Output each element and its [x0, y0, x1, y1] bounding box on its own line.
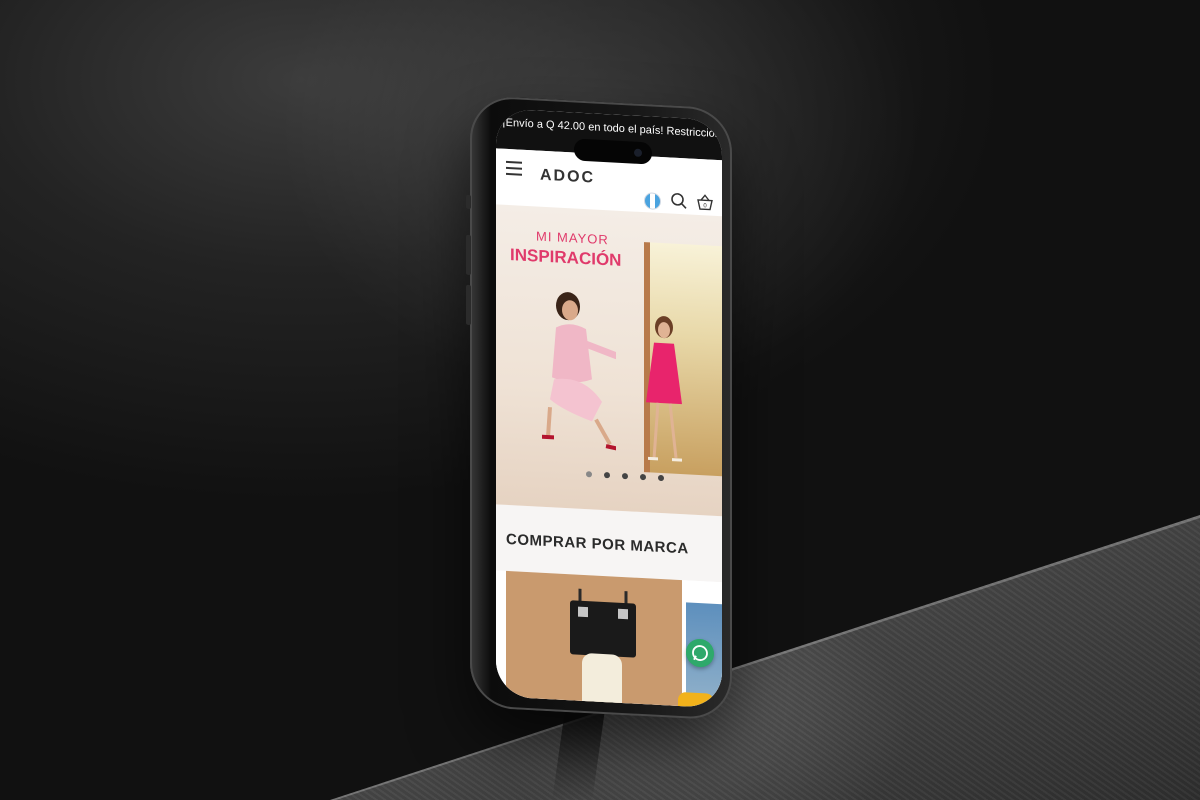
whatsapp-icon[interactable] [686, 638, 714, 668]
carousel-dot[interactable] [586, 471, 592, 478]
carousel-dot[interactable] [640, 473, 646, 481]
action-button [466, 194, 471, 210]
cart-count: 0 [703, 203, 707, 209]
site-logo[interactable]: ADOC [540, 167, 595, 188]
model-legs-image [582, 652, 622, 709]
carousel-dot[interactable] [622, 472, 628, 480]
hero-girl-image [646, 316, 682, 462]
search-icon[interactable] [670, 191, 688, 210]
hero-woman-image [542, 292, 616, 451]
carousel-dot[interactable] [658, 474, 664, 482]
volume-up-button [466, 234, 471, 276]
phone-mockup: ¡Envío a Q 42.00 en todo el país! Restri… [466, 95, 732, 721]
chat-button[interactable] [678, 691, 714, 709]
flag-icon[interactable] [644, 192, 661, 211]
phone-screen: ¡Envío a Q 42.00 en todo el país! Restri… [496, 108, 722, 709]
camera-icon [634, 148, 642, 158]
hero-banner[interactable]: MI MAYOR INSPIRACIÓN [496, 204, 722, 517]
brand-carousel [496, 570, 722, 709]
hamburger-icon[interactable] [506, 160, 522, 180]
hero-title-line2: INSPIRACIÓN [510, 245, 622, 270]
handbag-image [570, 588, 636, 658]
dynamic-island [574, 138, 652, 165]
section-title: COMPRAR POR MARCA [496, 504, 722, 583]
volume-down-button [466, 284, 471, 326]
brand-card[interactable] [506, 570, 682, 709]
basket-icon[interactable]: 0 [696, 193, 714, 212]
carousel-dot[interactable] [604, 472, 610, 479]
hero-title-line1: MI MAYOR [536, 228, 609, 248]
